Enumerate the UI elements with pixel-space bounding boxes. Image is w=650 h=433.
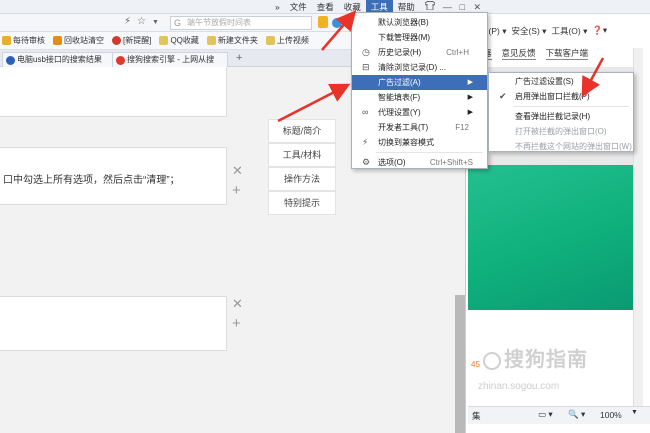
arrow-to-tools-menu xyxy=(321,10,357,51)
arrow-to-popup-blocker xyxy=(581,57,605,98)
annotation-arrows xyxy=(277,10,605,123)
arrow-to-ad-filter xyxy=(277,83,351,123)
